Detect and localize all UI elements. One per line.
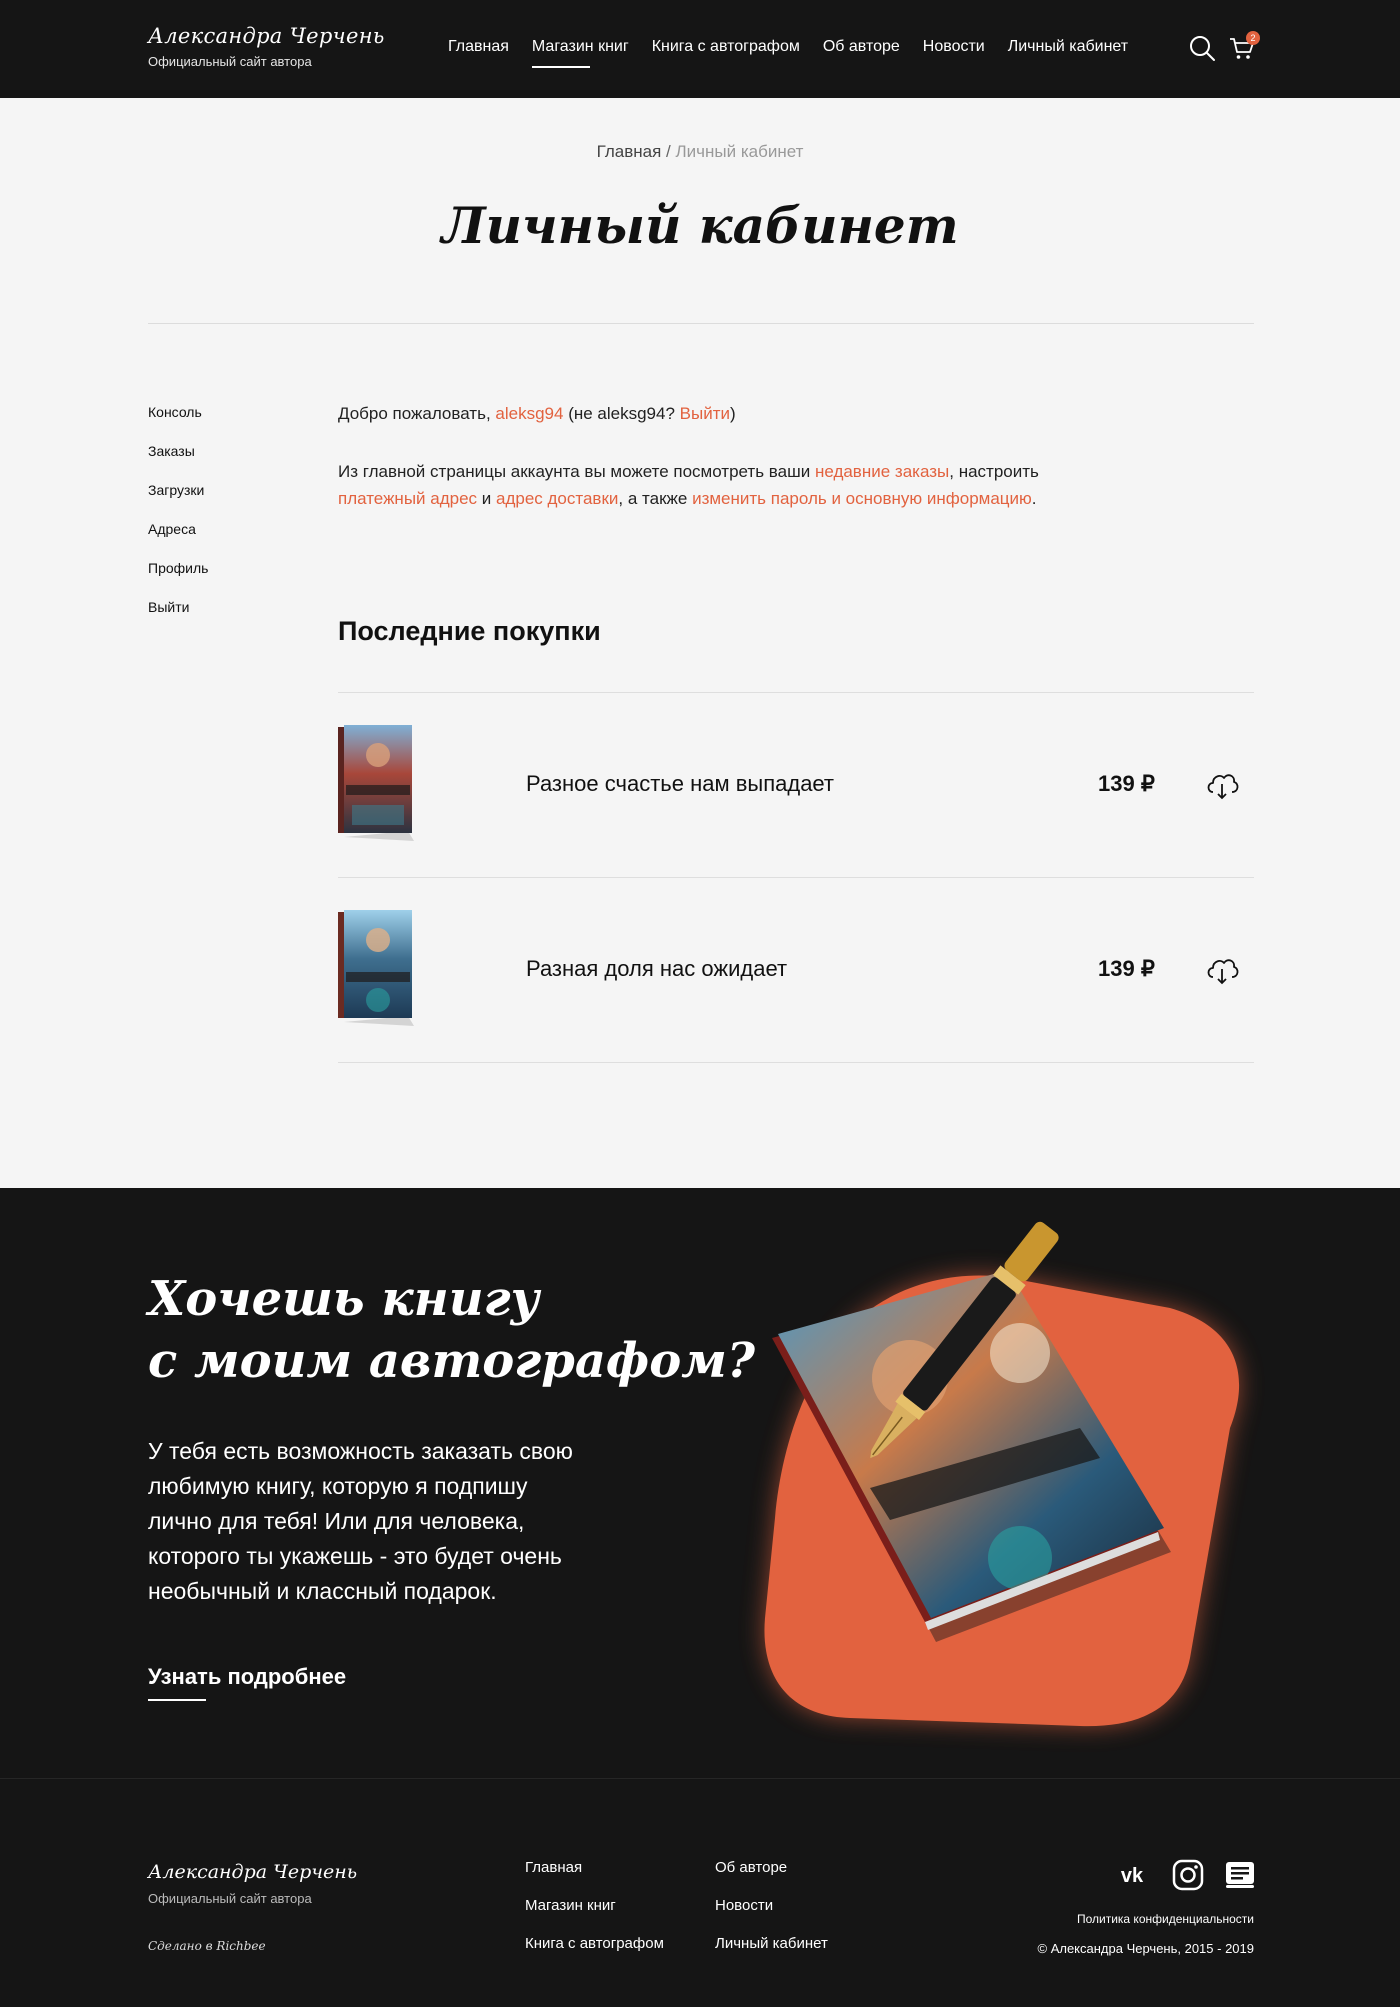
intro-text-2: , настроить	[949, 462, 1039, 481]
welcome-message: Добро пожаловать, aleksg94 (не aleksg94?…	[338, 404, 736, 424]
nav-about[interactable]: Об авторе	[823, 38, 900, 56]
sidebar-item-addresses[interactable]: Адреса	[148, 521, 208, 560]
footer-link-autograph-book[interactable]: Книга с автографом	[525, 1935, 664, 1973]
svg-text:vk: vk	[1121, 1865, 1144, 1887]
intro-text-5: .	[1031, 489, 1037, 508]
promo-text: У тебя есть возможность заказать свою лю…	[148, 1438, 573, 1604]
edit-account-link[interactable]: изменить пароль и основную информацию	[692, 489, 1032, 508]
book-cover-image[interactable]	[338, 725, 414, 841]
order-price: 139 ₽	[1098, 956, 1155, 981]
footer-link-home[interactable]: Главная	[525, 1859, 664, 1897]
footer-link-account[interactable]: Личный кабинет	[715, 1935, 828, 1973]
site-logo[interactable]: Александра Черчень Официальный сайт авто…	[148, 24, 385, 69]
promo-title-line2: с моим автографом?	[148, 1333, 755, 1389]
order-book-title[interactable]: Разное счастье нам выпадает	[526, 771, 834, 797]
account-sidebar: Консоль Заказы Загрузки Адреса Профиль В…	[148, 404, 208, 638]
nav-news[interactable]: Новости	[923, 38, 985, 56]
welcome-middle: (не aleksg94?	[563, 404, 680, 423]
title-divider	[148, 323, 1254, 324]
breadcrumb-home[interactable]: Главная	[597, 142, 662, 161]
welcome-suffix: )	[730, 404, 736, 423]
sidebar-item-profile[interactable]: Профиль	[148, 560, 208, 599]
order-row: Разная доля нас ожидает 139 ₽	[338, 878, 1254, 1062]
nav-book-shop[interactable]: Магазин книг	[531, 38, 629, 68]
copyright: © Александра Черчень, 2015 - 2019	[1037, 1941, 1255, 1956]
learn-more-underline	[148, 1699, 206, 1701]
main-nav: Главная Магазин книг Книга с автографом …	[448, 38, 1151, 68]
order-row: Разное счастье нам выпадает 139 ₽	[338, 693, 1254, 877]
footer-link-news[interactable]: Новости	[715, 1897, 828, 1935]
signed-book-illustration	[764, 1221, 1240, 1727]
site-header: Александра Черчень Официальный сайт авто…	[0, 0, 1400, 98]
breadcrumb-current: Личный кабинет	[675, 142, 804, 161]
billing-address-link[interactable]: платежный адрес	[338, 489, 477, 508]
autograph-promo: Хочешь книгу с моим автографом? У тебя е…	[0, 1188, 1400, 1778]
learn-more-link[interactable]: Узнать подробнее	[148, 1664, 346, 1690]
footer-nav-col-2: Об авторе Новости Личный кабинет	[715, 1859, 828, 1973]
sidebar-item-logout[interactable]: Выйти	[148, 599, 208, 638]
brand-name: Александра Черчень	[148, 24, 385, 48]
site-footer: Александра Черчень Официальный сайт авто…	[0, 1779, 1400, 2007]
footer-link-about[interactable]: Об авторе	[715, 1859, 828, 1897]
made-by-credit[interactable]: Сделано в Richbee	[148, 1939, 266, 1953]
nav-home[interactable]: Главная	[448, 38, 509, 56]
footer-nav-col-1: Главная Магазин книг Книга с автографом	[525, 1859, 664, 1973]
instagram-icon[interactable]	[1170, 1859, 1206, 1891]
row-divider	[338, 1062, 1254, 1063]
breadcrumb: Главная / Личный кабинет	[0, 142, 1400, 162]
sidebar-item-downloads[interactable]: Загрузки	[148, 482, 208, 521]
promo-title-line1: Хочешь книгу	[148, 1271, 540, 1327]
footer-brand-subtitle: Официальный сайт автора	[148, 1891, 312, 1906]
footer-logo[interactable]: Александра Черчень	[148, 1861, 357, 1883]
book-cover-image[interactable]	[338, 910, 414, 1026]
welcome-prefix: Добро пожаловать,	[338, 404, 496, 423]
cart-count-badge: 2	[1246, 31, 1260, 45]
vk-icon[interactable]: vk	[1114, 1859, 1150, 1891]
footer-link-book-shop[interactable]: Магазин книг	[525, 1897, 664, 1935]
intro-text-4: , а также	[618, 489, 693, 508]
breadcrumb-separator: /	[666, 142, 671, 161]
logout-link[interactable]: Выйти	[680, 404, 730, 423]
cloud-download-icon[interactable]	[1204, 952, 1240, 988]
recent-purchases-title: Последние покупки	[338, 616, 601, 646]
sidebar-item-console[interactable]: Консоль	[148, 404, 208, 443]
intro-text-1: Из главной страницы аккаунта вы можете п…	[338, 462, 815, 481]
sidebar-item-orders[interactable]: Заказы	[148, 443, 208, 482]
shipping-address-link[interactable]: адрес доставки	[496, 489, 618, 508]
recent-orders-link[interactable]: недавние заказы	[815, 462, 949, 481]
order-price: 139 ₽	[1098, 771, 1155, 796]
intro-text-3: и	[477, 489, 496, 508]
username-link[interactable]: aleksg94	[495, 404, 563, 423]
promo-title: Хочешь книгу с моим автографом?	[148, 1268, 755, 1392]
privacy-policy-link[interactable]: Политика конфиденциальности	[1077, 1912, 1254, 1926]
nav-autograph-book[interactable]: Книга с автографом	[652, 38, 800, 56]
order-book-title[interactable]: Разная доля нас ожидает	[526, 956, 787, 982]
page-title: Личный кабинет	[441, 196, 959, 255]
cloud-download-icon[interactable]	[1204, 767, 1240, 803]
search-icon[interactable]	[1188, 34, 1216, 62]
nav-account[interactable]: Личный кабинет	[1008, 38, 1128, 56]
account-intro: Из главной страницы аккаунта вы можете п…	[338, 458, 1058, 512]
brand-subtitle: Официальный сайт автора	[148, 54, 312, 69]
litres-book-icon[interactable]	[1222, 1859, 1258, 1891]
